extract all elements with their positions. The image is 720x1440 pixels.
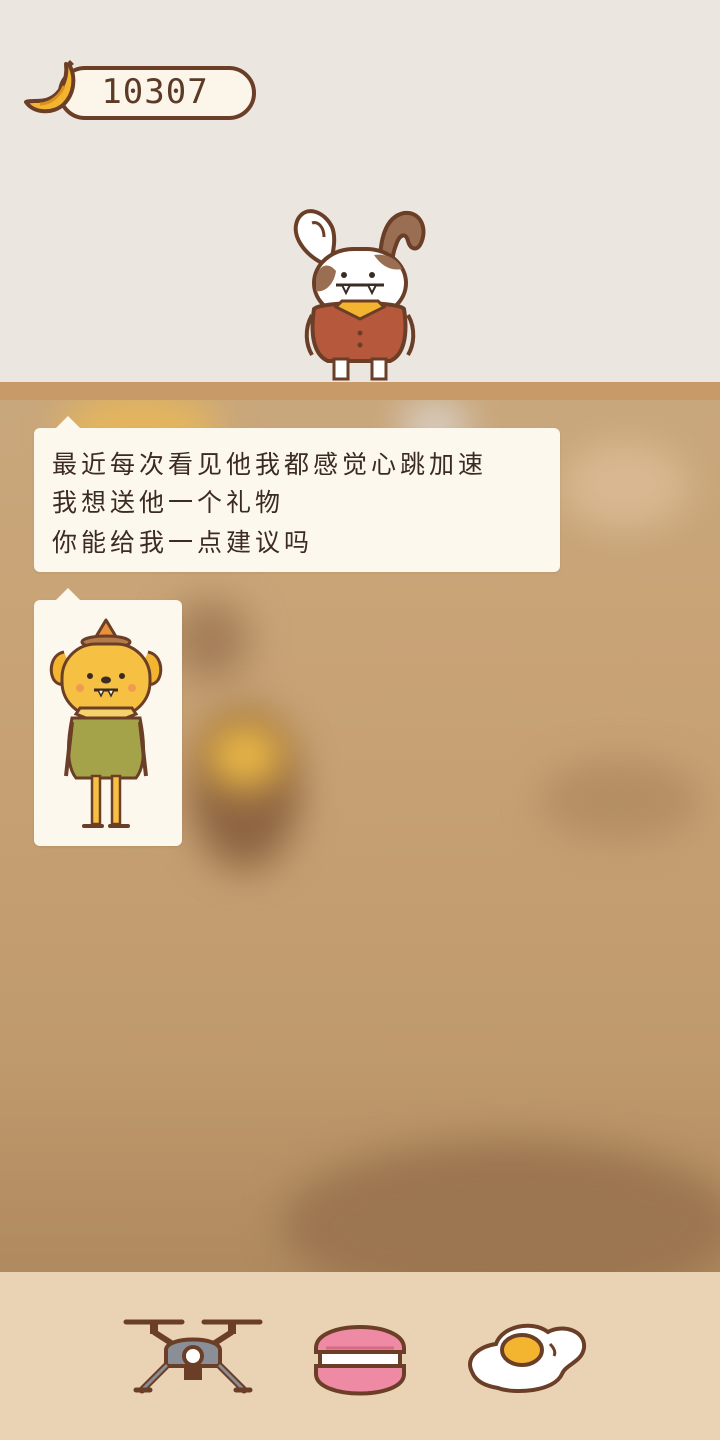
macaron-item[interactable] <box>310 1308 410 1404</box>
bunny-character[interactable] <box>288 205 433 385</box>
dialog-bubble: 最近每次看见他我都感觉心跳加速 我想送他一个礼物 你能给我一点建议吗 <box>34 416 560 572</box>
banana-icon <box>24 60 76 114</box>
fried-egg-item[interactable] <box>462 1316 590 1396</box>
dialog-line: 我想送他一个礼物 <box>52 488 285 517</box>
banana-currency: 10307 <box>20 58 256 120</box>
dialog-line: 最近每次看见他我都感觉心跳加速 <box>52 450 488 479</box>
character-image-bubble <box>34 588 182 846</box>
currency-amount: 10307 <box>101 72 209 112</box>
dialog-line: 你能给我一点建议吗 <box>52 528 314 557</box>
dog-character <box>49 618 163 828</box>
counter-shelf <box>0 382 720 400</box>
drone-item[interactable] <box>122 1310 264 1400</box>
